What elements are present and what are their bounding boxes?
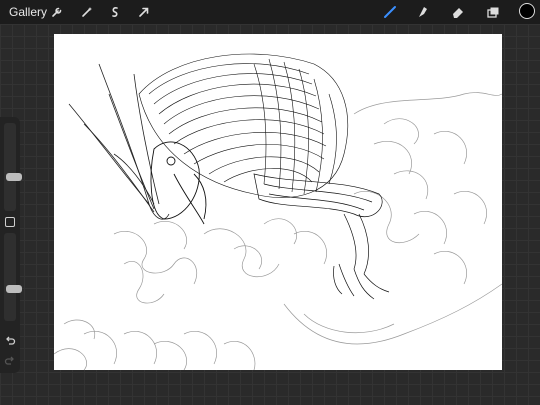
sketch-artwork (54, 53, 502, 370)
brush-opacity-thumb[interactable] (6, 285, 22, 293)
brush-opacity-slider[interactable] (4, 233, 22, 321)
eraser-icon[interactable] (450, 4, 466, 20)
layers-icon[interactable] (485, 4, 501, 20)
left-sidebar (0, 117, 22, 373)
brush-size-slider[interactable] (4, 123, 22, 211)
drawing-canvas[interactable] (54, 34, 502, 370)
transform-arrow-icon[interactable] (136, 4, 152, 20)
selection-icon[interactable] (107, 4, 123, 20)
brush-size-thumb[interactable] (6, 172, 22, 181)
undo-icon[interactable] (4, 335, 16, 347)
redo-icon[interactable] (4, 355, 16, 367)
wrench-icon[interactable] (49, 4, 65, 20)
color-picker-button[interactable] (519, 3, 535, 19)
top-toolbar: Gallery (0, 0, 540, 24)
modify-square-icon[interactable] (5, 217, 15, 227)
gallery-button[interactable]: Gallery (9, 5, 47, 19)
smudge-icon[interactable] (414, 4, 430, 20)
brush-icon[interactable] (382, 4, 398, 20)
magic-wand-icon[interactable] (79, 4, 95, 20)
